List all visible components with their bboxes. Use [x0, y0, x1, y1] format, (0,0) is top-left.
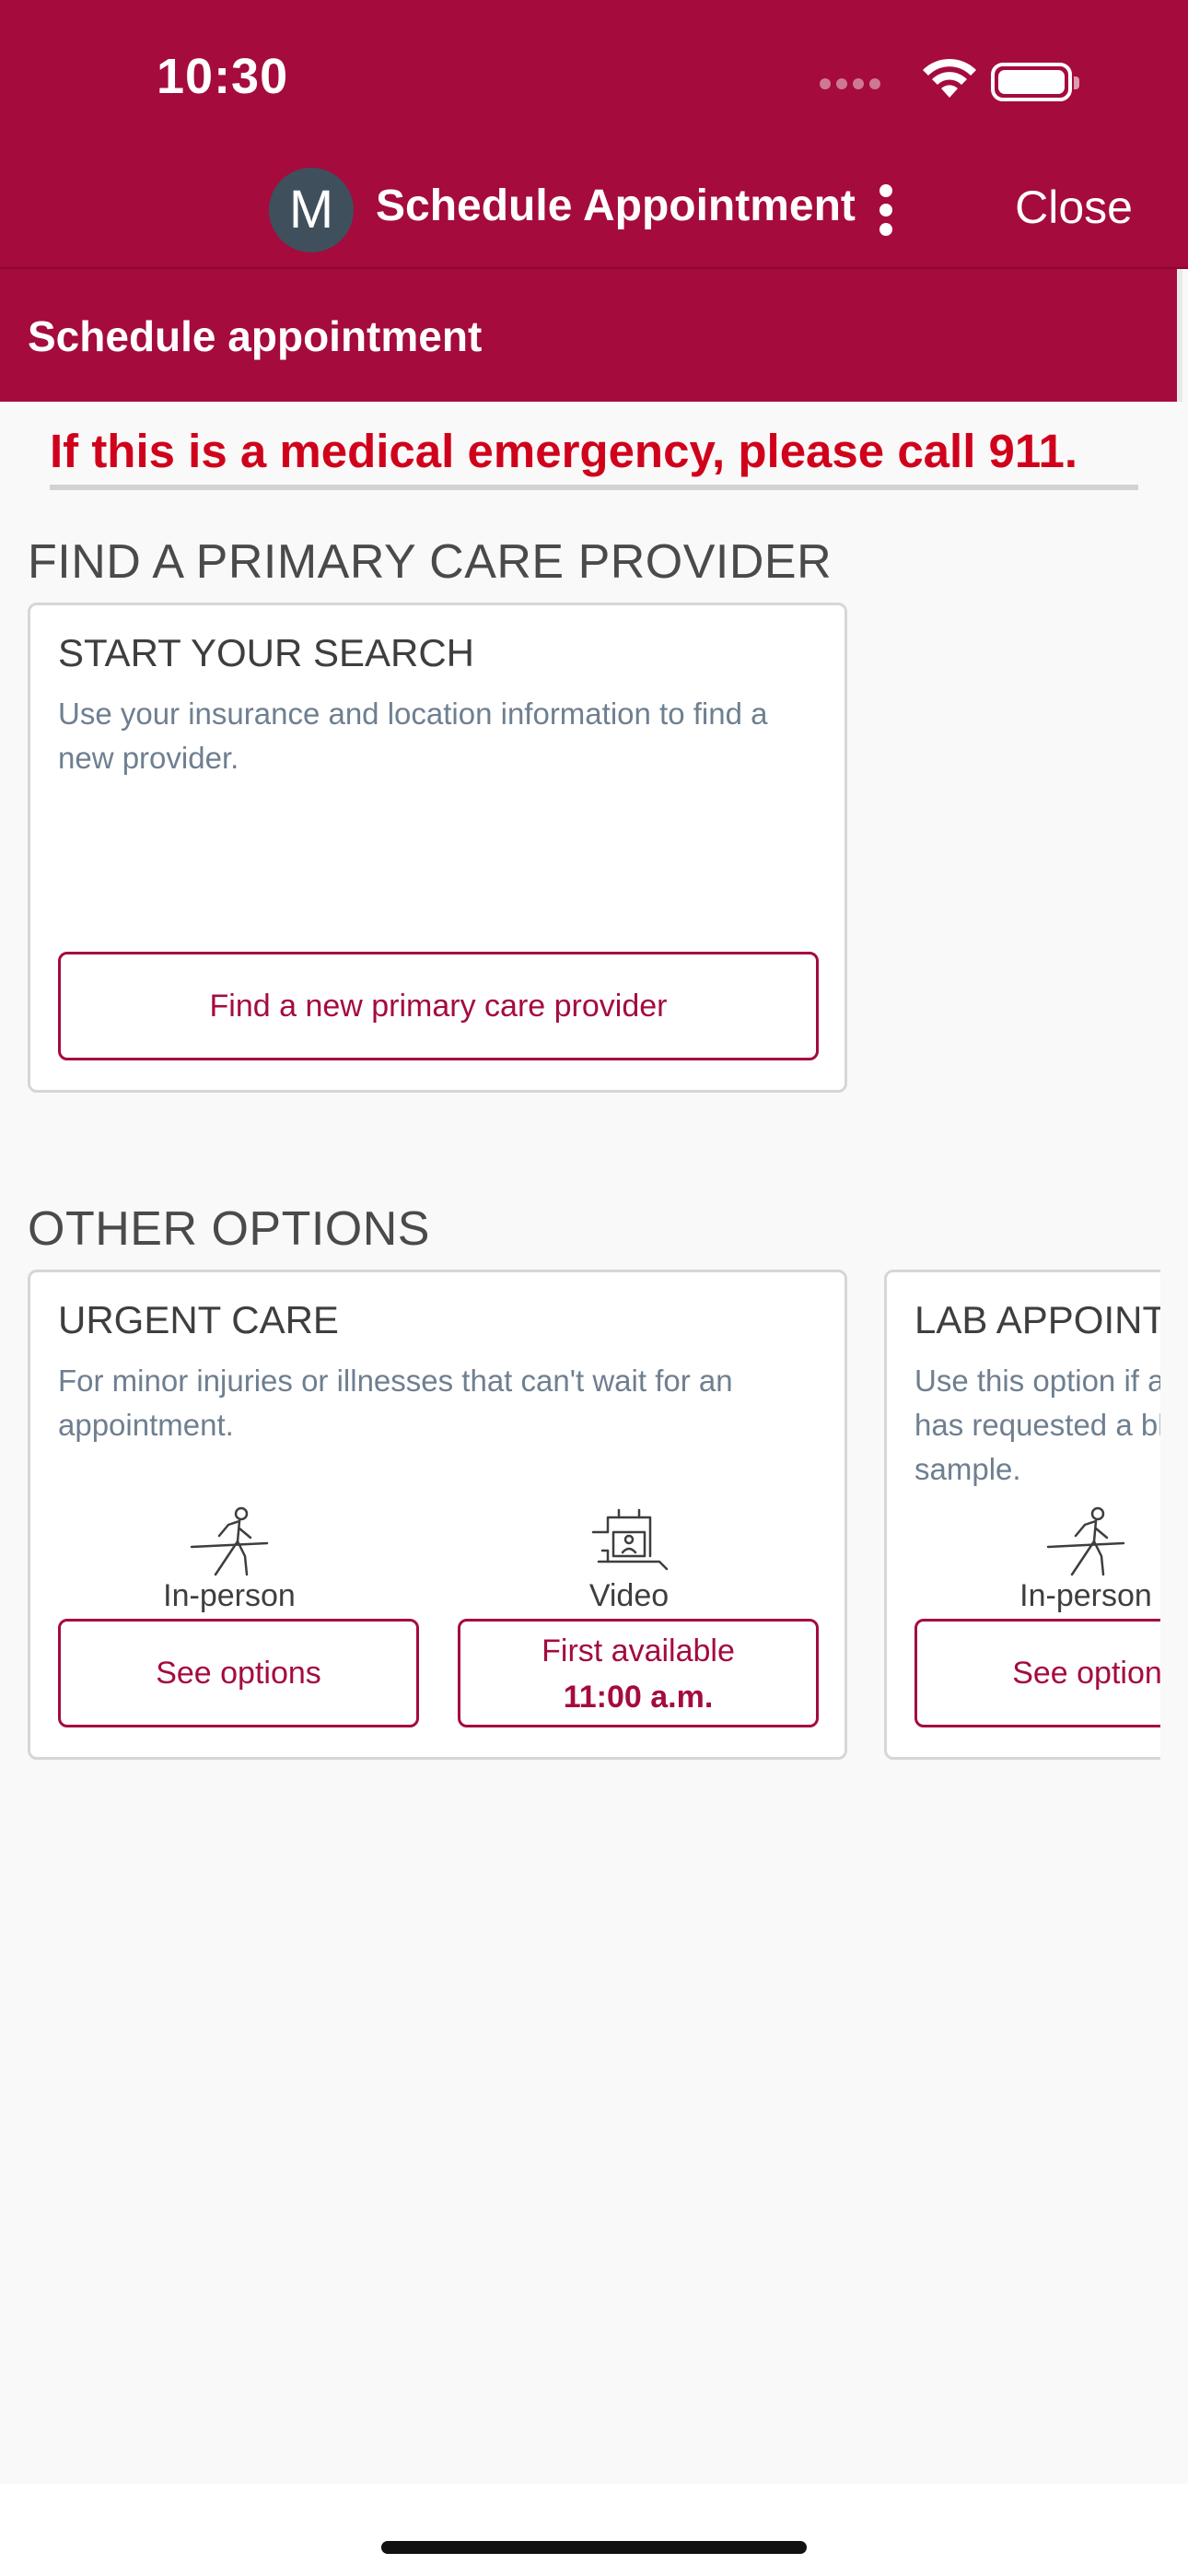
urgent-care-video-first-available-button[interactable]: First available 11:00 a.m. — [458, 1619, 819, 1727]
walking-person-icon — [1046, 1506, 1125, 1576]
wifi-icon — [923, 58, 976, 98]
in-person-option: In-person — [45, 1505, 413, 1614]
first-available-time: 11:00 a.m. — [563, 1680, 714, 1715]
in-person-option: In-person — [902, 1505, 1160, 1614]
cellular-signal-icon — [820, 77, 886, 94]
mode-label: In-person — [1019, 1578, 1152, 1613]
card-description: Use this option if a UCHealth clinic has… — [914, 1364, 1160, 1486]
urgent-care-in-person-see-options-button[interactable]: See options — [58, 1619, 419, 1727]
video-visit-icon — [591, 1508, 669, 1571]
card-description: For minor injuries or illnesses that can… — [58, 1364, 733, 1442]
home-indicator-area — [0, 2484, 1188, 2576]
home-indicator[interactable] — [381, 2541, 807, 2554]
status-bar: 10:30 — [0, 0, 1188, 147]
nav-title: Schedule Appointment — [376, 181, 856, 230]
avatar[interactable]: M — [269, 168, 354, 252]
lab-appointment-card: LAB APPOINTMENT Use this option if a UCH… — [884, 1270, 1160, 1760]
mode-label: Video — [588, 1578, 670, 1613]
walking-person-icon — [190, 1506, 269, 1576]
mode-label: In-person — [163, 1578, 296, 1613]
page-header-edge — [1177, 269, 1182, 402]
first-available-label: First available — [542, 1633, 735, 1669]
navigation-bar: M Schedule Appointment Close — [0, 147, 1188, 269]
battery-icon — [991, 63, 1079, 101]
card-title: URGENT CARE — [58, 1298, 339, 1341]
status-time: 10:30 — [157, 49, 289, 104]
other-options-carousel[interactable]: URGENT CARE For minor injuries or illnes… — [0, 269, 1160, 2484]
card-title: LAB APPOINTMENT — [914, 1298, 1160, 1341]
more-options-icon[interactable] — [877, 184, 895, 236]
main-content[interactable]: Schedule appointment If this is a medica… — [0, 269, 1188, 2484]
urgent-care-card: URGENT CARE For minor injuries or illnes… — [28, 1270, 847, 1760]
close-button[interactable]: Close — [1015, 181, 1133, 234]
lab-in-person-see-options-button[interactable]: See options — [914, 1619, 1160, 1727]
video-option: Video — [445, 1505, 813, 1614]
